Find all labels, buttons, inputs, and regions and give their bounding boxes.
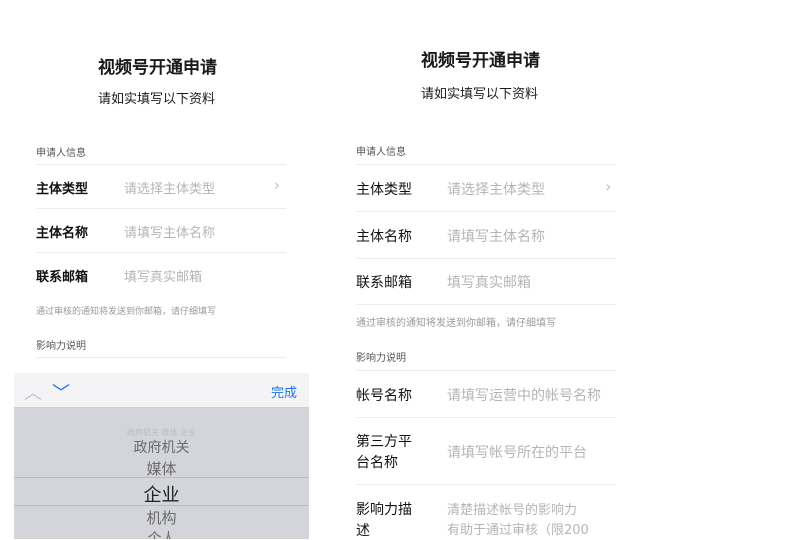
- subject-type-row[interactable]: 主体类型 请选择主体类型 ›: [330, 164, 630, 211]
- picker-option[interactable]: 政府机关: [14, 437, 309, 457]
- section-applicant-info: 申请人信息: [36, 148, 86, 159]
- email-row[interactable]: 联系邮箱 填写真实邮箱: [330, 258, 630, 304]
- picker-option[interactable]: 个人: [14, 528, 309, 539]
- platform-label-line1: 第三方平: [356, 434, 412, 450]
- picker-selection-line: [14, 505, 309, 506]
- email-note: 通过审核的通知将发送到你邮箱，请仔细填写: [356, 318, 556, 329]
- subject-name-input[interactable]: 请填写主体名称: [124, 222, 215, 241]
- page-subtitle: 请如实填写以下资料: [98, 92, 216, 107]
- page-title: 视频号开通申请: [421, 51, 540, 71]
- third-party-platform-row[interactable]: 第三方平 台名称 请填写帐号所在的平台: [330, 417, 630, 484]
- section-applicant-info: 申请人信息: [356, 147, 406, 158]
- subject-name-row[interactable]: 主体名称 请填写主体名称: [0, 208, 330, 252]
- picker-toolbar: ︿ ﹀ 完成: [14, 373, 309, 408]
- email-input[interactable]: 填写真实邮箱: [124, 266, 202, 285]
- right-form-panel: 视频号开通申请 请如实填写以下资料 申请人信息 主体类型 请选择主体类型 › 主…: [330, 0, 630, 539]
- chevron-right-icon: ›: [605, 177, 612, 196]
- chevron-up-icon[interactable]: ︿: [24, 379, 42, 405]
- subject-name-label: 主体名称: [356, 229, 412, 245]
- subject-name-input[interactable]: 请填写主体名称: [447, 226, 545, 246]
- done-button[interactable]: 完成: [271, 382, 297, 401]
- account-name-label: 帐号名称: [356, 388, 412, 404]
- subject-name-row[interactable]: 主体名称 请填写主体名称: [330, 211, 630, 258]
- email-label: 联系邮箱: [356, 275, 412, 291]
- left-form-panel: 视频号开通申请 请如实填写以下资料 申请人信息 主体类型 请选择主体类型 › 主…: [0, 0, 330, 539]
- subject-type-label: 主体类型: [356, 182, 412, 198]
- page-title: 视频号开通申请: [98, 58, 217, 78]
- section-influence: 影响力说明: [356, 353, 406, 364]
- platform-label-line2: 台名称: [356, 455, 398, 471]
- email-row[interactable]: 联系邮箱 填写真实邮箱: [0, 252, 330, 296]
- picker-option[interactable]: 机构: [14, 507, 309, 528]
- page-subtitle: 请如实填写以下资料: [421, 87, 539, 102]
- email-input[interactable]: 填写真实邮箱: [447, 272, 531, 292]
- influence-label-line1: 影响力描: [356, 502, 412, 518]
- influence-label-line2: 述: [356, 523, 370, 539]
- chevron-down-icon[interactable]: ﹀: [52, 379, 70, 405]
- email-label: 联系邮箱: [36, 270, 89, 285]
- subject-type-label: 主体类型: [36, 182, 89, 197]
- picker-option-selected[interactable]: 企业: [14, 481, 309, 507]
- divider: [36, 357, 286, 358]
- influence-textarea-line1[interactable]: 清楚描述帐号的影响力: [447, 499, 577, 518]
- subject-type-picker[interactable]: ︿ ﹀ 完成 政府机关 媒体 企业 政府机关 媒体 企业 机构 个人: [14, 373, 309, 539]
- influence-textarea-line2[interactable]: 有助于通过审核（限200: [447, 519, 589, 538]
- section-influence: 影响力说明: [36, 341, 86, 352]
- subject-name-label: 主体名称: [36, 226, 89, 241]
- platform-input[interactable]: 请填写帐号所在的平台: [447, 442, 587, 462]
- picker-selection-line: [14, 477, 309, 478]
- subject-type-select[interactable]: 请选择主体类型: [124, 178, 215, 197]
- picker-option[interactable]: 媒体: [14, 458, 309, 479]
- account-name-input[interactable]: 请填写运营中的帐号名称: [447, 385, 601, 405]
- subject-type-select[interactable]: 请选择主体类型: [447, 179, 545, 199]
- divider: [356, 304, 616, 305]
- account-name-row[interactable]: 帐号名称 请填写运营中的帐号名称: [330, 370, 630, 417]
- chevron-right-icon: ›: [274, 176, 280, 194]
- email-note: 通过审核的通知将发送到你邮箱，请仔细填写: [36, 307, 217, 317]
- influence-description-row[interactable]: 影响力描 述 清楚描述帐号的影响力 有助于通过审核（限200: [330, 484, 630, 539]
- subject-type-row[interactable]: 主体类型 请选择主体类型 ›: [0, 164, 330, 208]
